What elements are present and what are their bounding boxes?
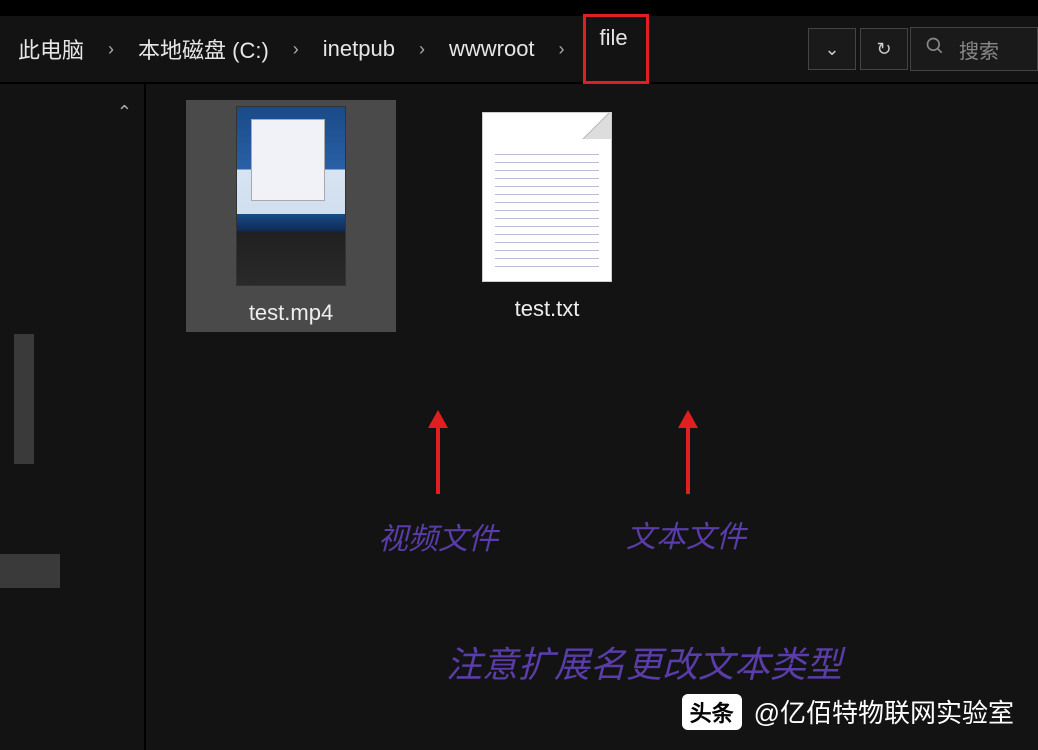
- file-item-text[interactable]: test.txt: [442, 100, 652, 332]
- tree-scrollbar-h[interactable]: [0, 554, 60, 588]
- watermark-author: @亿佰特物联网实验室: [754, 693, 1014, 730]
- watermark: 头条 @亿佰特物联网实验室: [682, 693, 1014, 730]
- search-placeholder: 搜索: [959, 35, 999, 64]
- navigation-tree-panel: ⌃: [0, 84, 146, 750]
- watermark-logo: 头条: [682, 694, 742, 730]
- breadcrumb-separator: ›: [279, 39, 313, 60]
- breadcrumb-separator: ›: [94, 39, 128, 60]
- crumb-file[interactable]: file: [583, 14, 649, 84]
- annotation-arrow-icon: [436, 424, 440, 494]
- annotation-arrow-icon: [686, 424, 690, 494]
- annotation-video-label: 视频文件: [378, 514, 498, 558]
- tree-scrollbar[interactable]: [14, 334, 34, 464]
- breadcrumb-separator: ›: [545, 39, 579, 60]
- file-name-label: test.txt: [515, 296, 580, 322]
- file-list-area: test.mp4 test.txt 视频文件 文本文件 注意扩展名更改文本类型: [146, 84, 1038, 750]
- annotation-text-label: 文本文件: [626, 512, 746, 556]
- video-thumbnail-icon: [236, 106, 346, 286]
- history-dropdown-button[interactable]: ⌄: [808, 28, 856, 70]
- breadcrumb: 此电脑 › 本地磁盘 (C:) › inetpub › wwwroot › fi…: [12, 28, 649, 70]
- crumb-this-pc[interactable]: 此电脑: [12, 29, 90, 69]
- breadcrumb-separator: ›: [405, 39, 439, 60]
- file-item-video[interactable]: test.mp4: [186, 100, 396, 332]
- search-icon: [925, 36, 945, 62]
- collapse-tree-icon[interactable]: ⌃: [117, 102, 132, 123]
- crumb-c-drive[interactable]: 本地磁盘 (C:): [132, 29, 275, 69]
- text-file-icon: [482, 112, 612, 282]
- crumb-inetpub[interactable]: inetpub: [317, 32, 401, 66]
- address-bar: 此电脑 › 本地磁盘 (C:) › inetpub › wwwroot › fi…: [0, 16, 1038, 84]
- search-input[interactable]: 搜索: [910, 27, 1038, 71]
- refresh-button[interactable]: ↻: [860, 28, 908, 70]
- annotation-note: 注意扩展名更改文本类型: [446, 636, 842, 688]
- file-name-label: test.mp4: [249, 300, 333, 326]
- crumb-wwwroot[interactable]: wwwroot: [443, 32, 541, 66]
